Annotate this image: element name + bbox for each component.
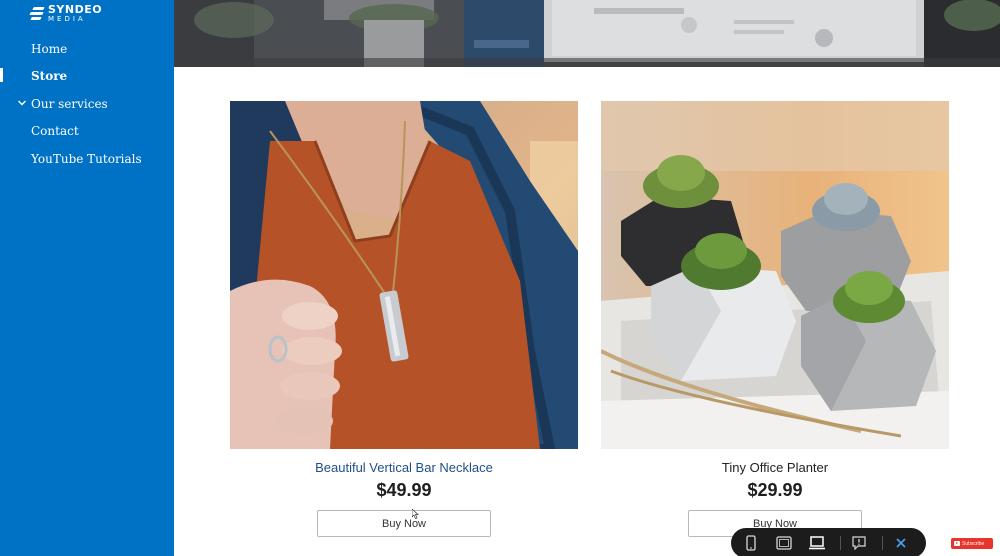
nav-item-contact[interactable]: Contact (31, 124, 79, 138)
logo[interactable]: SYNDEO MEDIA (29, 4, 102, 23)
nav-item-store[interactable]: Store (31, 69, 67, 83)
product-name-necklace[interactable]: Beautiful Vertical Bar Necklace (230, 460, 578, 475)
product-price-necklace: $49.99 (376, 480, 432, 500)
nav-item-youtube-tutorials[interactable]: YouTube Tutorials (31, 152, 142, 166)
laptop-icon[interactable] (803, 531, 831, 555)
active-nav-marker (0, 68, 3, 82)
product-image-necklace[interactable] (230, 101, 578, 449)
product-image-planter[interactable] (601, 101, 949, 449)
buy-now-button-necklace[interactable]: Buy Now (317, 510, 491, 537)
tablet-icon[interactable] (770, 531, 798, 555)
mouse-cursor-icon (412, 509, 419, 519)
logo-line-2: MEDIA (48, 15, 86, 23)
close-icon[interactable] (887, 531, 915, 555)
chevron-down-icon[interactable] (17, 98, 27, 108)
toolbar-divider (882, 536, 883, 550)
youtube-play-icon (954, 541, 960, 546)
subscribe-label: Subscribe (962, 540, 985, 547)
subscribe-button[interactable]: Subscribe (951, 538, 993, 549)
nav-item-our-services[interactable]: Our services (31, 97, 108, 111)
feedback-icon[interactable] (845, 531, 873, 555)
logo-text: SYNDEO MEDIA (48, 4, 102, 23)
device-preview-toolbar (731, 528, 926, 556)
logo-line-1: SYNDEO (48, 3, 103, 16)
logo-mark-icon (29, 6, 45, 20)
toolbar-divider (840, 536, 841, 550)
sidebar: SYNDEO MEDIA Home Store Our services Con… (0, 0, 174, 556)
product-name-planter[interactable]: Tiny Office Planter (601, 460, 949, 475)
phone-icon[interactable] (737, 531, 765, 555)
nav-item-home[interactable]: Home (31, 42, 67, 56)
hero-banner-image (174, 0, 1000, 67)
product-price-planter: $29.99 (747, 480, 803, 500)
